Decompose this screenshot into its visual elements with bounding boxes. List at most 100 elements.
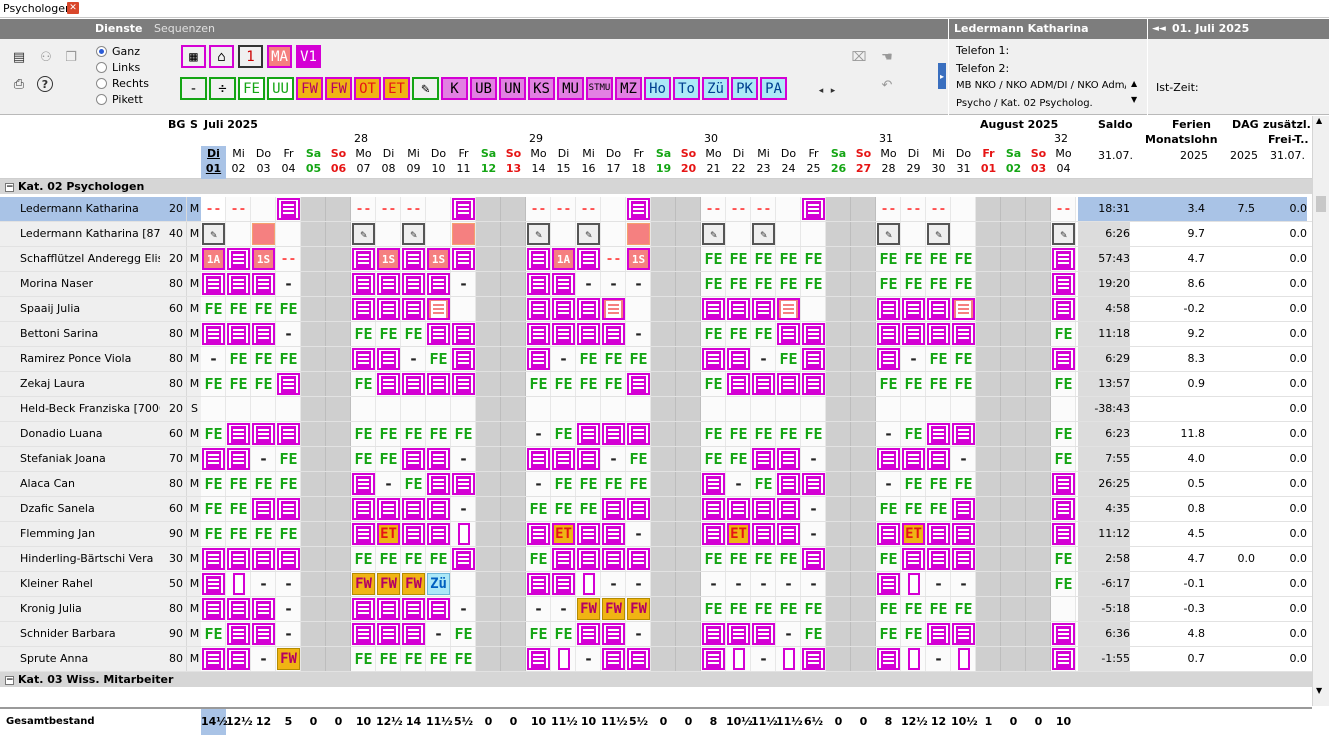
day-cell[interactable]: FE — [376, 547, 401, 571]
code-button-row2[interactable]: MZ — [615, 77, 642, 100]
day-cell[interactable]: - — [451, 272, 476, 296]
code-button-row2[interactable]: Ho — [644, 77, 671, 100]
day-cell[interactable]: FE — [701, 247, 726, 271]
day-cell[interactable]: FE — [926, 497, 951, 521]
day-cell[interactable]: FE — [701, 447, 726, 471]
day-cell[interactable]: - — [701, 572, 726, 596]
day-cell[interactable] — [501, 272, 526, 296]
day-cell[interactable]: - — [926, 647, 951, 671]
day-cell[interactable] — [976, 622, 1001, 646]
day-cell[interactable] — [301, 547, 326, 571]
day-cell[interactable] — [351, 472, 376, 496]
day-cell[interactable] — [951, 497, 976, 521]
day-cell[interactable] — [676, 547, 701, 571]
day-cell[interactable] — [776, 472, 801, 496]
day-cell[interactable] — [426, 397, 451, 421]
day-cell[interactable]: FE — [401, 547, 426, 571]
day-cell[interactable] — [401, 272, 426, 296]
day-cell[interactable]: FE — [601, 472, 626, 496]
day-cell[interactable]: FE — [726, 597, 751, 621]
day-cell[interactable]: - — [251, 447, 276, 471]
day-cell[interactable] — [576, 322, 601, 346]
day-cell[interactable] — [526, 447, 551, 471]
day-cell[interactable] — [801, 397, 826, 421]
day-cell[interactable] — [676, 197, 701, 221]
day-cell[interactable]: FE — [901, 497, 926, 521]
day-cell[interactable] — [351, 272, 376, 296]
day-cell[interactable] — [1001, 497, 1026, 521]
table-row[interactable]: Alaca Can 80 M FE FE FE FE - FE - FE FE FE FE - FE - FE FE… — [0, 472, 1312, 497]
table-row[interactable]: Donadio Luana 60 M FE FE FE FE FE FE - FE FE FE FE FE F… — [0, 422, 1312, 447]
day-cell[interactable] — [301, 622, 326, 646]
day-cell[interactable] — [401, 247, 426, 271]
day-cell[interactable]: FE — [251, 372, 276, 396]
day-cell[interactable]: FE — [526, 372, 551, 396]
day-cell[interactable]: -- — [526, 197, 551, 221]
day-cell[interactable] — [826, 272, 851, 296]
day-cell[interactable] — [601, 197, 626, 221]
day-cell[interactable] — [926, 297, 951, 321]
day-cell[interactable]: FE — [351, 547, 376, 571]
day-cell[interactable] — [626, 547, 651, 571]
day-cell[interactable]: -- — [701, 197, 726, 221]
day-cell[interactable] — [726, 297, 751, 321]
day-cell[interactable] — [576, 622, 601, 646]
day-cell[interactable] — [626, 297, 651, 321]
day-cell[interactable]: -- — [926, 197, 951, 221]
code-button-row2[interactable]: OT — [354, 77, 381, 100]
day-cell[interactable] — [751, 622, 776, 646]
day-cell[interactable] — [626, 397, 651, 421]
day-cell[interactable] — [1001, 472, 1026, 496]
code-button-row1[interactable]: V1 — [296, 45, 321, 68]
day-cell[interactable]: -- — [576, 197, 601, 221]
day-cell[interactable]: FE — [751, 272, 776, 296]
code-button-row2[interactable]: Zü — [702, 77, 729, 100]
day-cell[interactable] — [626, 422, 651, 446]
day-cell[interactable] — [801, 372, 826, 396]
day-header[interactable]: Mi 30 — [926, 146, 951, 179]
day-cell[interactable] — [301, 472, 326, 496]
day-cell[interactable] — [451, 372, 476, 396]
day-cell[interactable] — [876, 572, 901, 596]
day-cell[interactable]: FE — [526, 622, 551, 646]
day-cell[interactable]: FE — [876, 497, 901, 521]
day-cell[interactable] — [751, 522, 776, 546]
day-header[interactable]: Fr 11 — [451, 146, 476, 179]
day-cell[interactable] — [251, 622, 276, 646]
day-cell[interactable] — [1051, 247, 1076, 271]
day-cell[interactable] — [951, 622, 976, 646]
day-cell[interactable] — [826, 597, 851, 621]
day-cell[interactable] — [651, 472, 676, 496]
day-cell[interactable]: FE — [876, 247, 901, 271]
day-cell[interactable] — [826, 647, 851, 671]
day-cell[interactable] — [976, 547, 1001, 571]
day-cell[interactable] — [601, 322, 626, 346]
code-button-row2[interactable]: ✎ — [412, 77, 439, 100]
close-tab-icon[interactable]: ✕ — [67, 2, 79, 14]
day-cell[interactable]: FE — [201, 297, 226, 321]
day-cell[interactable] — [226, 322, 251, 346]
day-cell[interactable] — [1026, 622, 1051, 646]
day-cell[interactable] — [776, 522, 801, 546]
day-cell[interactable]: - — [951, 447, 976, 471]
day-cell[interactable] — [476, 222, 501, 246]
day-cell[interactable]: FE — [801, 422, 826, 446]
day-cell[interactable] — [726, 497, 751, 521]
day-cell[interactable]: Zü — [426, 572, 451, 596]
day-cell[interactable]: ✎ — [1051, 222, 1076, 246]
day-cell[interactable] — [851, 647, 876, 671]
day-cell[interactable]: FE — [226, 297, 251, 321]
day-cell[interactable] — [351, 397, 376, 421]
day-cell[interactable]: FE — [576, 472, 601, 496]
day-cell[interactable] — [1001, 422, 1026, 446]
day-cell[interactable] — [1026, 297, 1051, 321]
day-header[interactable]: Do 10 — [426, 146, 451, 179]
day-cell[interactable] — [1026, 422, 1051, 446]
day-cell[interactable] — [1001, 572, 1026, 596]
day-cell[interactable] — [201, 272, 226, 296]
day-cell[interactable]: -- — [901, 197, 926, 221]
day-cell[interactable]: FE — [351, 447, 376, 471]
day-cell[interactable] — [826, 572, 851, 596]
day-cell[interactable] — [401, 447, 426, 471]
day-cell[interactable] — [476, 422, 501, 446]
